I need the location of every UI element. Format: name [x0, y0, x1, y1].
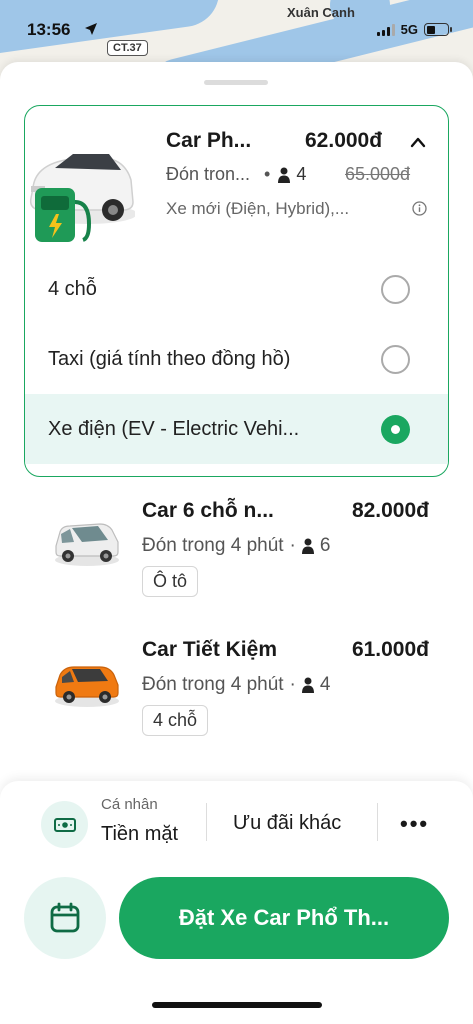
payment-method[interactable]: Tiền mặt [101, 823, 178, 846]
service-description: Xe mới (Điện, Hybrid),... [166, 199, 350, 218]
payment-profile-label[interactable]: Cá nhân [101, 796, 158, 813]
home-indicator[interactable] [152, 1002, 322, 1008]
selected-service-card[interactable]: Car Ph... 62.000đ Đón tron... • 4 65.000… [24, 105, 449, 477]
person-icon [278, 167, 291, 183]
selected-service-name: Car Ph... [166, 129, 252, 152]
divider [377, 803, 378, 841]
option-label: Xe điện (EV - Electric Vehi... [48, 417, 300, 440]
vehicle-type-tag: Ô tô [142, 566, 199, 597]
network-type: 5G [400, 22, 418, 37]
pickup-time: Đón tron... [166, 164, 251, 184]
radio-button[interactable] [381, 274, 410, 304]
location-arrow-icon [85, 23, 97, 35]
info-icon[interactable] [412, 201, 427, 216]
status-time: 13:56 [27, 20, 71, 39]
battery-icon [424, 23, 452, 36]
signal-icon [376, 23, 395, 36]
promo-button[interactable]: Ưu đãi khác [233, 812, 341, 835]
radio-button-selected[interactable] [381, 414, 410, 444]
seat-count: 6 [319, 535, 331, 556]
sheet-grabber[interactable] [204, 80, 268, 85]
divider [206, 803, 207, 841]
service-price: 61.000đ [351, 638, 429, 661]
book-ride-button[interactable]: Đặt Xe Car Phổ Th... [119, 877, 449, 959]
selected-service-meta: Đón tron... • 4 [166, 164, 307, 184]
service-meta: Đón trong 4 phút · 4 [142, 674, 331, 695]
person-icon [301, 538, 314, 554]
service-price: 82.000đ [351, 499, 429, 522]
calendar-icon [50, 902, 80, 933]
option-4-seats[interactable]: 4 chỗ [25, 254, 448, 324]
person-icon [301, 677, 314, 693]
seat-count: 4 [319, 674, 331, 695]
option-label: 4 chỗ [48, 277, 97, 300]
selected-service-price: 62.000đ [305, 129, 383, 152]
chevron-up-icon[interactable] [410, 136, 426, 148]
option-taxi-meter[interactable]: Taxi (giá tính theo đồng hồ) [25, 324, 448, 394]
more-options-icon[interactable]: ••• [400, 811, 429, 837]
option-electric-vehicle[interactable]: Xe điện (EV - Electric Vehi... [25, 394, 448, 464]
service-name: Car 6 chỗ n... [142, 499, 274, 522]
pickup-time: Đón trong 4 phút [142, 535, 284, 556]
cash-icon [53, 817, 76, 832]
old-price: 65.000đ [345, 164, 411, 184]
vehicle-type-tag: 4 chỗ [142, 705, 209, 736]
service-row-car-6-seats[interactable]: Car 6 chỗ n... 82.000đ Đón trong 4 phút … [0, 499, 473, 609]
ev-car-charging-icon [29, 154, 135, 242]
status-bar: 13:56 5G [0, 0, 473, 44]
seat-count: 4 [296, 164, 307, 184]
schedule-button[interactable] [24, 877, 106, 959]
pickup-time: Đón trong 4 phút [142, 674, 284, 695]
service-meta: Đón trong 4 phút · 6 [142, 535, 331, 556]
orange-car-icon [55, 666, 119, 707]
white-car-icon [55, 523, 119, 566]
radio-button[interactable] [381, 344, 410, 374]
service-row-car-economy[interactable]: Car Tiết Kiệm 61.000đ Đón trong 4 phút ·… [0, 638, 473, 748]
service-name: Car Tiết Kiệm [142, 638, 277, 661]
option-label: Taxi (giá tính theo đồng hồ) [48, 347, 291, 370]
selected-service-header[interactable]: Car Ph... 62.000đ Đón tron... • 4 65.000… [25, 106, 448, 256]
payment-method-icon-wrap[interactable] [41, 801, 88, 848]
booking-panel: Cá nhân Tiền mặt Ưu đãi khác ••• Đặt Xe … [0, 781, 473, 1024]
